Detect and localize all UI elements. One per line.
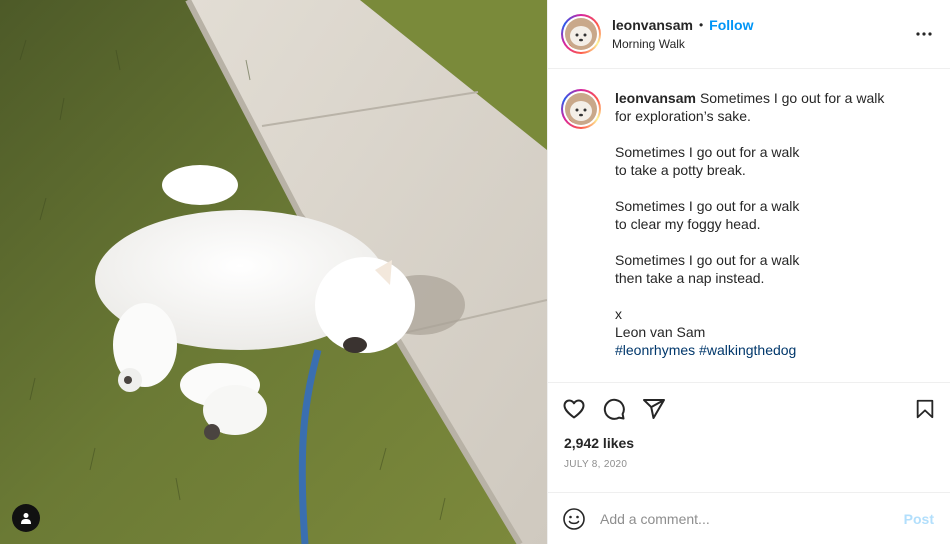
post-date[interactable]: JULY 8, 2020: [562, 459, 936, 470]
comment-button[interactable]: [602, 389, 642, 429]
share-icon: [643, 399, 665, 419]
person-icon: [21, 513, 31, 524]
more-options-icon: [916, 32, 932, 36]
tagged-users-button[interactable]: [12, 504, 40, 532]
likes-count[interactable]: 2,942 likes: [562, 435, 936, 451]
header-username-link[interactable]: leonvansam: [612, 16, 693, 34]
save-button[interactable]: [912, 389, 936, 429]
caption-username-link[interactable]: leonvansam: [615, 90, 696, 106]
comment-icon: [603, 398, 625, 420]
avatar-image: [565, 93, 597, 125]
hashtag-link[interactable]: #leonrhymes: [615, 342, 695, 358]
caption-text: Sometimes I go out for a walk for explor…: [615, 90, 885, 340]
caption-avatar[interactable]: [561, 89, 601, 129]
emoji-button[interactable]: [562, 507, 586, 531]
avatar-image: [565, 18, 597, 50]
post-sidebar: leonvansam • Follow Morning Walk leonvan…: [547, 0, 950, 544]
caption-text-block: leonvansam Sometimes I go out for a walk …: [615, 89, 884, 359]
like-button[interactable]: [562, 389, 602, 429]
bookmark-icon: [916, 399, 934, 419]
avatar[interactable]: [561, 14, 601, 54]
more-options-button[interactable]: [912, 22, 936, 46]
post-comment-button[interactable]: Post: [904, 511, 934, 527]
comment-form: Post: [548, 492, 950, 544]
hashtag-link[interactable]: #walkingthedog: [699, 342, 796, 358]
emoji-icon: [563, 507, 585, 530]
comment-input[interactable]: [600, 510, 904, 527]
location-link[interactable]: Morning Walk: [612, 35, 912, 53]
heart-icon: [563, 399, 585, 419]
separator-dot: •: [698, 17, 704, 32]
share-button[interactable]: [642, 389, 682, 429]
dog-on-grass-image: [0, 0, 547, 544]
follow-button[interactable]: Follow: [709, 16, 753, 34]
post-actions: 2,942 likes JULY 8, 2020: [548, 382, 950, 492]
post-photo[interactable]: [0, 0, 547, 544]
caption-section: leonvansam Sometimes I go out for a walk …: [548, 69, 950, 382]
post-header: leonvansam • Follow Morning Walk: [548, 0, 950, 69]
post-dialog: leonvansam • Follow Morning Walk leonvan…: [0, 0, 950, 544]
